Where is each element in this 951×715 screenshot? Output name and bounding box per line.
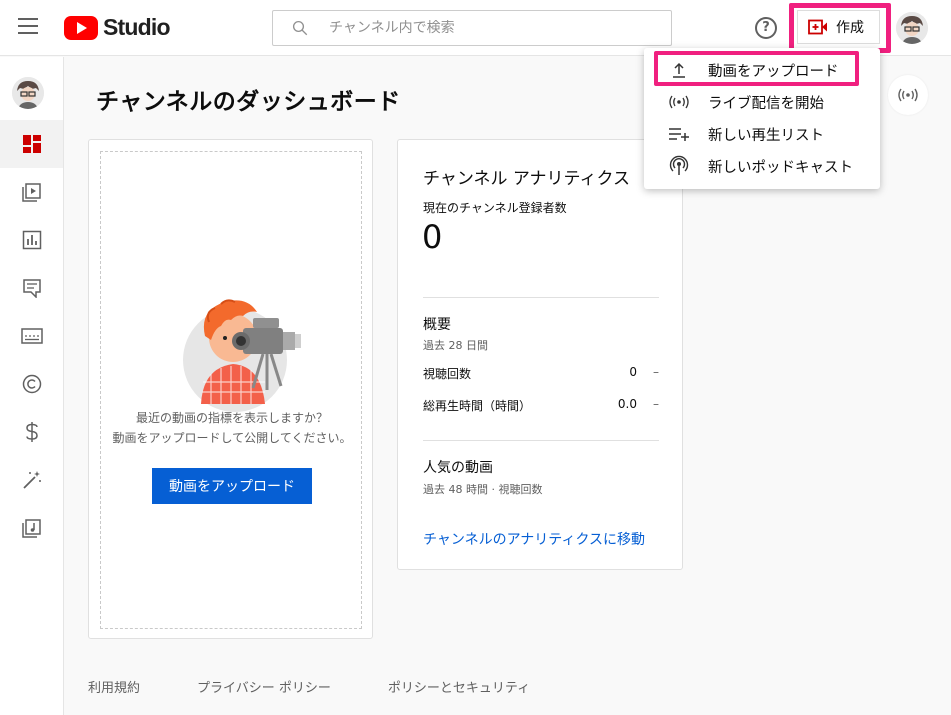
footer: 利用規約 プライバシー ポリシー ポリシーとセキュリティ: [88, 677, 587, 696]
subscribers-count: 0: [422, 218, 443, 256]
metric-row-views: 視聴回数 0 –: [423, 365, 659, 382]
help-icon[interactable]: ?: [755, 17, 777, 39]
avatar-icon: [12, 77, 44, 109]
menu-item-label: 新しい再生リスト: [708, 127, 824, 144]
sidebar-item-dashboard[interactable]: [0, 120, 63, 168]
upload-prompt-line-1: 最近の動画の指標を表示しますか？: [135, 411, 328, 425]
footer-link-privacy[interactable]: プライバシー ポリシー: [197, 677, 331, 696]
customization-icon: [22, 471, 41, 489]
top-videos-title: 人気の動画: [423, 460, 493, 476]
summary-period: 過去 28 日間: [423, 339, 488, 352]
logo-text: Studio: [103, 14, 171, 40]
copyright-icon: [22, 374, 41, 394]
live-icon: [898, 88, 918, 102]
earn-icon: [25, 422, 38, 442]
footer-link-terms[interactable]: 利用規約: [88, 677, 140, 696]
go-live-button[interactable]: [888, 75, 928, 115]
menu-item-label: 新しいポッドキャスト: [708, 159, 853, 176]
analytics-icon: [22, 230, 41, 250]
account-avatar[interactable]: [896, 12, 928, 44]
search-input[interactable]: [329, 20, 649, 36]
sidebar-item-comments[interactable]: [0, 264, 63, 312]
footer-link-policy-safety[interactable]: ポリシーとセキュリティ: [388, 677, 530, 696]
audio-library-icon: [21, 519, 41, 538]
go-to-analytics-link[interactable]: チャンネルのアナリティクスに移動: [423, 529, 645, 549]
create-button[interactable]: 作成: [797, 10, 880, 44]
menu-icon[interactable]: [18, 18, 38, 34]
divider: [423, 297, 659, 298]
menu-item-label: ライブ配信を開始: [708, 95, 824, 112]
sidebar-item-customization[interactable]: [0, 456, 63, 504]
top-videos-period: 過去 48 時間 · 視聴回数: [423, 483, 543, 496]
subtitles-icon: [20, 328, 43, 344]
sidebar-item-analytics[interactable]: [0, 216, 63, 264]
menu-item-go-live[interactable]: ライブ配信を開始: [644, 86, 880, 118]
podcast-icon: [668, 155, 690, 177]
channel-avatar[interactable]: [12, 77, 44, 109]
avatar-icon: [896, 12, 928, 44]
metric-value: 0: [629, 365, 637, 379]
search-box[interactable]: [272, 10, 672, 46]
subscribers-label: 現在のチャンネル登録者数: [423, 201, 567, 215]
playlist-add-icon: [668, 123, 690, 145]
metric-delta: –: [653, 365, 659, 379]
metric-value: 0.0: [617, 397, 637, 411]
upload-prompt-line-2: 動画をアップロードして公開してください。: [112, 431, 352, 445]
upload-item-highlight: [654, 51, 859, 86]
metric-label: 視聴回数: [423, 367, 472, 381]
sidebar: [0, 57, 64, 715]
channel-analytics-card: チャンネル アナリティクス 現在のチャンネル登録者数 0 概要 過去 28 日間…: [397, 139, 683, 570]
search-icon: [292, 20, 308, 36]
comments-icon: [22, 279, 41, 298]
live-icon: [668, 91, 690, 113]
sidebar-item-audio-library[interactable]: [0, 504, 63, 552]
upload-video-button[interactable]: 動画をアップロード: [152, 468, 312, 504]
youtube-studio-logo[interactable]: Studio: [64, 14, 171, 41]
metric-delta: –: [653, 397, 659, 411]
sidebar-item-copyright[interactable]: [0, 360, 63, 408]
sidebar-item-earn[interactable]: [0, 408, 63, 456]
sidebar-item-content[interactable]: [0, 168, 63, 216]
content-icon: [21, 183, 41, 202]
analytics-title: チャンネル アナリティクス: [423, 169, 631, 189]
sidebar-item-subtitles[interactable]: [0, 312, 63, 360]
metric-row-watch-time: 総再生時間（時間） 0.0 –: [423, 397, 659, 414]
upload-dropzone: 最近の動画の指標を表示しますか？ 動画をアップロードして公開してください。 動画…: [100, 151, 362, 629]
create-button-label: 作成: [836, 20, 864, 36]
menu-item-new-playlist[interactable]: 新しい再生リスト: [644, 118, 880, 150]
menu-item-new-podcast[interactable]: 新しいポッドキャスト: [644, 150, 880, 182]
video-create-icon: [808, 19, 827, 35]
metric-label: 総再生時間（時間）: [423, 399, 532, 413]
page-title: チャンネルのダッシュボード: [96, 89, 401, 115]
summary-title: 概要: [423, 317, 451, 333]
dashboard-icon: [22, 135, 41, 153]
upload-card: 最近の動画の指標を表示しますか？ 動画をアップロードして公開してください。 動画…: [88, 139, 373, 639]
divider: [423, 440, 659, 441]
youtube-logo-icon: [64, 15, 98, 40]
camera-person-illustration: [183, 299, 301, 412]
